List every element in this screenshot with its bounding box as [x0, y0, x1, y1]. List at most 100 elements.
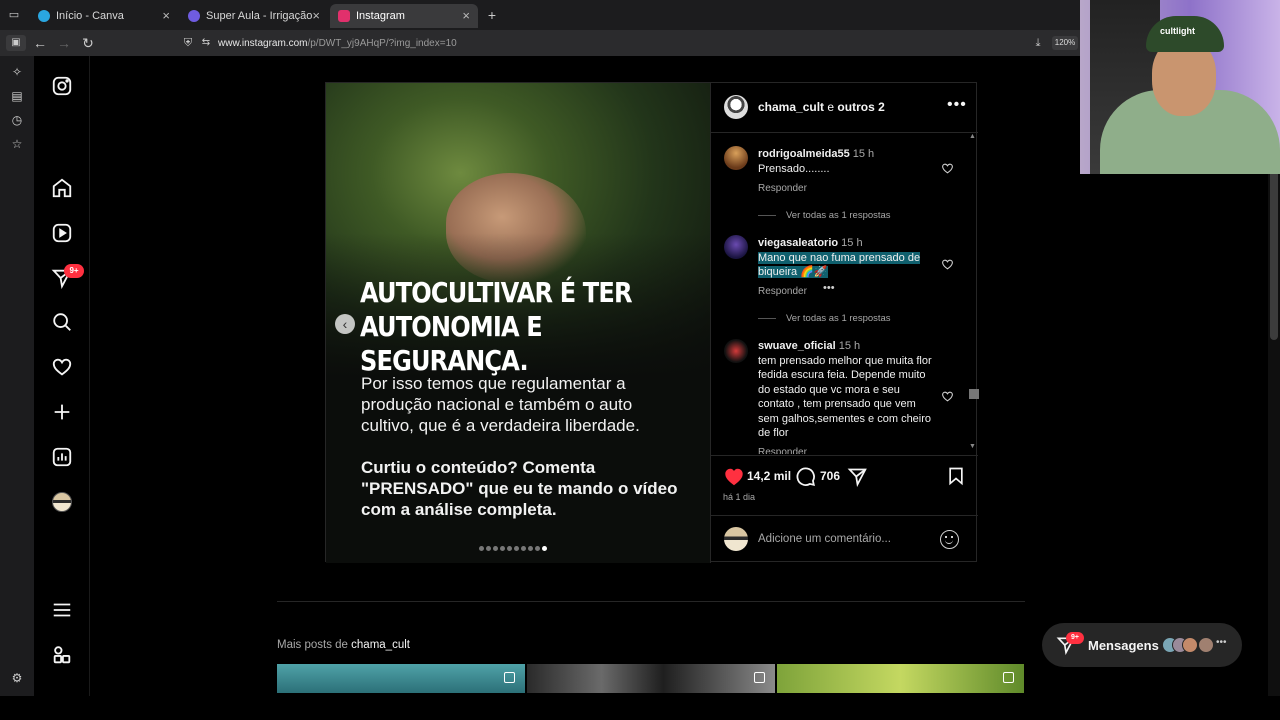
comment-username[interactable]: rodrigoalmeida55	[758, 148, 850, 160]
comment-time[interactable]: 15 h	[839, 340, 860, 352]
comments-scroll-thumb[interactable]	[969, 389, 979, 399]
home-icon[interactable]	[50, 176, 74, 200]
instagram-favicon-icon	[338, 10, 350, 22]
conversation-avatar	[1182, 637, 1198, 653]
messages-floating-button[interactable]: 9+ Mensagens •••	[1042, 623, 1242, 667]
replies-line	[758, 318, 776, 319]
download-icon[interactable]: ⤓	[1030, 35, 1046, 51]
like-comment-icon[interactable]	[941, 258, 954, 271]
carousel-icon	[754, 672, 765, 683]
reply-button[interactable]: Responder	[758, 286, 807, 297]
ai-sparkle-icon[interactable]: ✧	[9, 64, 25, 80]
collections-icon[interactable]: ▤	[9, 88, 25, 104]
comment-text: tem prensado melhor que muita flor fedid…	[758, 354, 932, 440]
tab-title: Super Aula - Irrigação de Precisão	[206, 10, 316, 22]
canva-favicon-icon	[38, 10, 50, 22]
tab-title: Início - Canva	[56, 10, 124, 22]
scroll-up-arrow[interactable]: ▲	[969, 133, 976, 140]
author-avatar[interactable]	[724, 95, 748, 119]
view-replies-button[interactable]: Ver todas as 1 respostas	[758, 313, 891, 324]
carousel-icon	[504, 672, 515, 683]
carousel-dot	[493, 546, 498, 551]
favorites-icon[interactable]: ☆	[9, 136, 25, 152]
url-field[interactable]: ⛨ ⇆ www.instagram.com/p/DWT_yj9AHqP/?img…	[176, 33, 1080, 53]
carousel-dot	[542, 546, 547, 551]
reels-icon[interactable]	[50, 221, 74, 245]
close-tab-icon[interactable]: ×	[312, 8, 320, 23]
browser-side-rail: ✧ ▤ ◷ ☆ ⚙	[0, 56, 34, 696]
reply-button[interactable]: Responder	[758, 447, 807, 454]
carousel-dot	[486, 546, 491, 551]
like-comment-icon[interactable]	[941, 390, 954, 403]
posted-time[interactable]: há 1 dia	[723, 492, 755, 502]
settings-gear-icon[interactable]: ⚙	[9, 670, 25, 686]
tab-instagram[interactable]: Instagram ×	[330, 4, 478, 28]
more-posts-heading: Mais posts de chama_cult	[277, 639, 410, 651]
author-username[interactable]: chama_cult	[758, 100, 824, 114]
emoji-icon[interactable]	[940, 530, 959, 549]
liked-heart-icon[interactable]	[723, 466, 745, 488]
menu-icon[interactable]	[50, 598, 74, 622]
more-posts-user-link[interactable]: chama_cult	[351, 639, 410, 651]
comment-time[interactable]: 15 h	[853, 148, 874, 160]
close-tab-icon[interactable]: ×	[462, 8, 470, 23]
add-comment-input[interactable]: Adicione um comentário...	[758, 533, 891, 545]
slide-body: Por isso temos que regulamentar a produç…	[361, 374, 640, 435]
carousel-dot	[507, 546, 512, 551]
commenter-avatar[interactable]	[724, 146, 748, 170]
grid-post-thumbnail[interactable]	[527, 664, 775, 693]
comments-scrollbar[interactable]: ▲ ▼	[969, 133, 976, 453]
tab-super-aula[interactable]: Super Aula - Irrigação de Precisão ×	[180, 4, 328, 28]
comment: viegasaleatorio 15 h Mano que nao fuma p…	[758, 236, 938, 280]
likes-count[interactable]: 14,2 mil	[747, 469, 791, 483]
grid-post-thumbnail[interactable]	[777, 664, 1024, 693]
webcam-overlay: cultlight	[1080, 0, 1280, 174]
close-tab-icon[interactable]: ×	[162, 8, 170, 23]
shield-icon[interactable]: ⛨	[180, 35, 196, 51]
notifications-heart-icon[interactable]	[50, 355, 74, 379]
comment-username[interactable]: swuave_oficial	[758, 340, 836, 352]
like-comment-icon[interactable]	[941, 162, 954, 175]
profile-avatar[interactable]	[52, 492, 72, 512]
grid-post-thumbnail[interactable]	[277, 664, 525, 693]
dashboard-icon[interactable]	[50, 445, 74, 469]
slide-headline: AUTOCULTIVAR É TER AUTONOMIA E SEGURANÇA…	[360, 276, 633, 377]
reload-icon[interactable]: ↻	[80, 35, 96, 51]
section-divider	[277, 601, 1025, 602]
create-plus-icon[interactable]	[50, 400, 74, 424]
commenter-avatar[interactable]	[724, 339, 748, 363]
previous-slide-button[interactable]: ‹	[335, 314, 355, 334]
comments-count[interactable]: 706	[820, 469, 840, 483]
tab-actions-icon[interactable]: ▭	[6, 7, 22, 23]
search-icon[interactable]	[50, 310, 74, 334]
commenter-avatar[interactable]	[724, 235, 748, 259]
forward-icon[interactable]: →	[56, 35, 72, 51]
comment-icon[interactable]	[795, 466, 816, 487]
zoom-level[interactable]: 120%	[1052, 36, 1078, 50]
more-options-icon[interactable]: •••	[947, 96, 967, 114]
save-bookmark-icon[interactable]	[946, 466, 966, 486]
back-icon[interactable]: ←	[32, 35, 48, 51]
history-icon[interactable]: ◷	[9, 112, 25, 128]
instagram-logo-icon[interactable]	[50, 74, 74, 98]
view-replies-button[interactable]: Ver todas as 1 respostas	[758, 210, 891, 221]
carousel-dot	[500, 546, 505, 551]
comment-time[interactable]: 15 h	[841, 237, 862, 249]
author-name[interactable]: chama_cult e outros 2	[758, 100, 885, 114]
comment-options-icon[interactable]: •••	[823, 282, 835, 294]
new-tab-icon[interactable]: +	[484, 7, 500, 23]
sidebar-toggle-icon[interactable]: ▣	[6, 35, 26, 51]
also-from-meta-icon[interactable]	[50, 643, 74, 667]
messages-badge: 9+	[1066, 632, 1084, 644]
reply-button[interactable]: Responder	[758, 183, 807, 194]
author-connector: e	[827, 100, 835, 114]
site-settings-icon[interactable]: ⇆	[198, 35, 214, 51]
post-header: chama_cult e outros 2 •••	[711, 83, 978, 133]
scroll-down-arrow[interactable]: ▼	[969, 443, 976, 450]
share-icon[interactable]	[847, 466, 868, 487]
comment-username[interactable]: viegasaleatorio	[758, 237, 838, 249]
add-comment-bar: Adicione um comentário...	[711, 515, 978, 563]
tab-canva[interactable]: Início - Canva ×	[30, 4, 178, 28]
coauthors-link[interactable]: outros 2	[837, 100, 884, 114]
carousel-dot	[514, 546, 519, 551]
